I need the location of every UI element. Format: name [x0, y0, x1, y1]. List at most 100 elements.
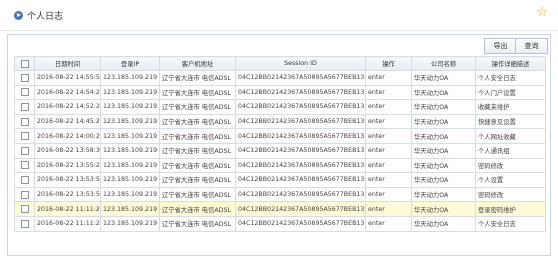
table-row[interactable]: 2016-08-22 14:54:22 123.185.109.219 辽宁省大连市…: [14, 84, 546, 101]
search-button[interactable]: 查询: [515, 38, 548, 54]
session-id-cell: 04C12BB02142367A50895A5677BEB13F: [235, 186, 366, 203]
row-checkbox[interactable]: [20, 132, 29, 141]
login-ip-cell: 123.185.109.219: [100, 172, 160, 188]
description-cell: 快捷意见设置: [475, 113, 546, 130]
log-table: 日期时间 登录IP 客户机地址 Session ID 操作 公司名称 操作详细描…: [14, 56, 546, 232]
column-header[interactable]: 操作详细描述: [475, 56, 546, 71]
company-cell: 华天动力OA: [411, 201, 476, 217]
page-title: 个人日志: [27, 12, 64, 22]
operation-cell: enter: [365, 215, 412, 232]
company-cell: 华天动力OA: [411, 128, 476, 144]
session-id-cell: 04C12BB02142367A50895A5677BEB13F: [235, 215, 366, 232]
row-checkbox-cell[interactable]: [14, 215, 35, 232]
login-ip-cell: 123.185.109.219: [100, 84, 160, 101]
row-checkbox[interactable]: [20, 161, 29, 170]
datetime-cell: 2016-08-22 14:52:27: [34, 99, 101, 115]
login-ip-cell: 123.185.109.219: [100, 113, 160, 130]
operation-cell: enter: [365, 113, 412, 130]
row-checkbox[interactable]: [20, 219, 29, 228]
company-cell: 华天动力OA: [411, 186, 476, 203]
operation-cell: enter: [365, 70, 412, 86]
client-address-cell: 辽宁省大连市 电信ADSL: [159, 142, 236, 159]
row-checkbox[interactable]: [20, 73, 29, 82]
client-address-cell: 辽宁省大连市 电信ADSL: [159, 99, 236, 115]
company-cell: 华天动力OA: [411, 99, 476, 115]
row-checkbox[interactable]: [20, 117, 29, 126]
row-checkbox-cell[interactable]: [14, 142, 35, 159]
row-checkbox-cell[interactable]: [14, 84, 35, 101]
login-ip-cell: 123.185.109.219: [100, 157, 160, 174]
row-checkbox[interactable]: [20, 190, 29, 199]
column-header[interactable]: 公司名称: [411, 56, 476, 71]
column-header[interactable]: 日期时间: [34, 56, 101, 71]
client-address-cell: 辽宁省大连市 电信ADSL: [159, 128, 236, 144]
row-checkbox-cell[interactable]: [14, 157, 35, 174]
company-cell: 华天动力OA: [411, 70, 476, 86]
session-id-cell: 04C12BB02142367A50895A5677BEB13F: [235, 84, 366, 101]
session-id-cell: 04C12BB02142367A50895A5677BEB13F: [235, 113, 366, 130]
column-header[interactable]: Session ID: [235, 56, 366, 71]
row-checkbox[interactable]: [20, 102, 29, 111]
row-checkbox[interactable]: [20, 146, 29, 155]
client-address-cell: 辽宁省大连市 电信ADSL: [159, 172, 236, 188]
row-checkbox-cell[interactable]: [14, 172, 35, 188]
table-row[interactable]: 2016-08-22 11:11:26 123.185.109.219 辽宁省大连市…: [14, 201, 546, 217]
table-row[interactable]: 2016-08-22 13:53:58 123.185.109.219 辽宁省大连市…: [14, 172, 546, 188]
column-header[interactable]: 操作: [365, 56, 412, 71]
description-cell: 个人安全日志: [475, 215, 546, 232]
table-row[interactable]: 2016-08-22 13:58:38 123.185.109.219 辽宁省大连市…: [14, 142, 546, 159]
select-all-checkbox[interactable]: [20, 59, 29, 68]
row-checkbox-cell[interactable]: [14, 201, 35, 217]
circle-arrow-icon: [14, 11, 23, 20]
row-checkbox-cell[interactable]: [14, 70, 35, 86]
row-checkbox-cell[interactable]: [14, 99, 35, 115]
client-address-cell: 辽宁省大连市 电信ADSL: [159, 70, 236, 86]
row-checkbox-cell[interactable]: [14, 186, 35, 203]
table-row[interactable]: 2016-08-22 13:55:22 123.185.109.219 辽宁省大连市…: [14, 157, 546, 174]
description-cell: 个人门户设置: [475, 84, 546, 101]
table-row[interactable]: 2016-08-22 14:00:28 123.185.109.219 辽宁省大连市…: [14, 128, 546, 144]
operation-cell: enter: [365, 186, 412, 203]
description-cell: 个人网址收藏: [475, 128, 546, 144]
client-address-cell: 辽宁省大连市 电信ADSL: [159, 201, 236, 217]
table-row[interactable]: 2016-08-22 14:45:21 123.185.109.219 辽宁省大连市…: [14, 113, 546, 130]
table-row[interactable]: 2016-08-22 11:11:25 123.185.109.219 辽宁省大连市…: [14, 215, 546, 232]
session-id-cell: 04C12BB02142367A50895A5677BEB13F: [235, 99, 366, 115]
export-button[interactable]: 导出: [484, 38, 517, 54]
description-cell: 个人安全日志: [475, 70, 546, 86]
column-header[interactable]: 客户机地址: [159, 56, 236, 71]
column-header[interactable]: 登录IP: [100, 56, 160, 71]
login-ip-cell: 123.185.109.219: [100, 186, 160, 203]
table-row[interactable]: 2016-08-22 14:55:57 123.185.109.219 辽宁省大连市…: [14, 70, 546, 86]
session-id-cell: 04C12BB02142367A50895A5677BEB13F: [235, 172, 366, 188]
description-cell: 个人设置: [475, 172, 546, 188]
table-row[interactable]: 2016-08-22 13:53:54 123.185.109.219 辽宁省大连市…: [14, 186, 546, 203]
company-cell: 华天动力OA: [411, 157, 476, 174]
datetime-cell: 2016-08-22 13:53:54: [34, 186, 101, 203]
operation-cell: enter: [365, 172, 412, 188]
datetime-cell: 2016-08-22 14:54:22: [34, 84, 101, 101]
login-ip-cell: 123.185.109.219: [100, 99, 160, 115]
session-id-cell: 04C12BB02142367A50895A5677BEB13F: [235, 142, 366, 159]
description-cell: 密码修改: [475, 157, 546, 174]
company-cell: 华天动力OA: [411, 142, 476, 159]
row-checkbox[interactable]: [20, 88, 29, 97]
login-ip-cell: 123.185.109.219: [100, 128, 160, 144]
datetime-cell: 2016-08-22 14:55:57: [34, 70, 101, 86]
datetime-cell: 2016-08-22 11:11:26: [34, 201, 101, 217]
row-checkbox[interactable]: [20, 175, 29, 184]
description-cell: 收藏夹维护: [475, 99, 546, 115]
session-id-cell: 04C12BB02142367A50895A5677BEB13F: [235, 201, 366, 217]
table-row[interactable]: 2016-08-22 14:52:27 123.185.109.219 辽宁省大连市…: [14, 99, 546, 115]
title-bar: 个人日志 ☆: [0, 0, 558, 31]
row-checkbox-cell[interactable]: [14, 128, 35, 144]
session-id-cell: 04C12BB02142367A50895A5677BEB13F: [235, 157, 366, 174]
row-checkbox-cell[interactable]: [14, 113, 35, 130]
select-all-checkbox-cell[interactable]: [14, 56, 35, 71]
description-cell: 密码修改: [475, 186, 546, 203]
client-address-cell: 辽宁省大连市 电信ADSL: [159, 113, 236, 130]
row-checkbox[interactable]: [20, 205, 29, 214]
operation-cell: enter: [365, 128, 412, 144]
star-icon[interactable]: ☆: [536, 6, 548, 19]
operation-cell: enter: [365, 157, 412, 174]
